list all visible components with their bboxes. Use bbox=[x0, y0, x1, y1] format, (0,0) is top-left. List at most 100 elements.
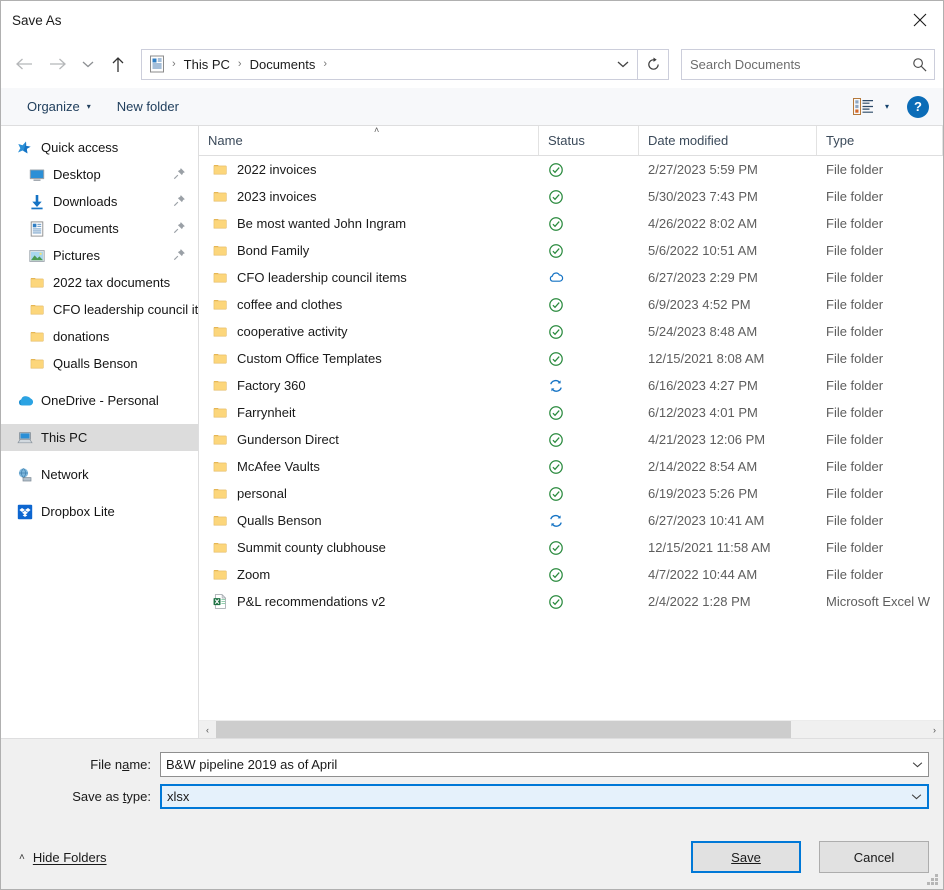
sidebar-item-downloads[interactable]: Downloads bbox=[1, 188, 198, 215]
breadcrumb-bar[interactable]: › This PC › Documents › bbox=[141, 48, 638, 80]
sidebar-item-network[interactable]: Network bbox=[1, 461, 198, 488]
new-folder-button[interactable]: New folder bbox=[109, 94, 187, 119]
sidebar-item-pictures[interactable]: Pictures bbox=[1, 242, 198, 269]
pin-icon[interactable] bbox=[173, 167, 186, 183]
save-as-type-dropdown-button[interactable] bbox=[905, 793, 927, 800]
horizontal-scrollbar[interactable]: ‹ › bbox=[199, 720, 943, 738]
breadcrumb-separator[interactable]: › bbox=[235, 58, 245, 70]
file-list-row[interactable]: personal 6/19/2023 5:26 PM File folder bbox=[199, 480, 943, 507]
cell-name[interactable]: Bond Family bbox=[199, 243, 539, 258]
cell-name[interactable]: Factory 360 bbox=[199, 378, 539, 393]
file-list-row[interactable]: CFO leadership council items 6/27/2023 2:… bbox=[199, 264, 943, 291]
close-button[interactable] bbox=[897, 1, 943, 39]
file-list-row[interactable]: 2023 invoices 5/30/2023 7:43 PM File folde… bbox=[199, 183, 943, 210]
search-box[interactable] bbox=[681, 48, 935, 80]
file-list-row[interactable]: 2022 invoices 2/27/2023 5:59 PM File folde… bbox=[199, 156, 943, 183]
sidebar-item-donations[interactable]: donations bbox=[1, 323, 198, 350]
breadcrumb-separator[interactable]: › bbox=[169, 58, 179, 70]
cell-name[interactable]: Summit county clubhouse bbox=[199, 540, 539, 555]
scrollbar-track[interactable] bbox=[216, 721, 926, 738]
file-list-row[interactable]: Factory 360 6/16/2023 4:27 PM File folder bbox=[199, 372, 943, 399]
recent-locations-button[interactable] bbox=[75, 47, 101, 81]
chevron-up-icon: ˄ bbox=[19, 851, 25, 863]
file-name-text: McAfee Vaults bbox=[237, 459, 320, 474]
cell-name[interactable]: personal bbox=[199, 486, 539, 501]
save-as-type-combo[interactable] bbox=[160, 784, 929, 809]
file-name-dropdown-button[interactable] bbox=[906, 761, 928, 768]
column-header-status[interactable]: Status bbox=[539, 126, 639, 155]
cell-name[interactable]: Gunderson Direct bbox=[199, 432, 539, 447]
sidebar-item-cfo-leadership-council-items[interactable]: CFO leadership council items bbox=[1, 296, 198, 323]
cell-name[interactable]: Farrynheit bbox=[199, 405, 539, 420]
file-list-row[interactable]: Zoom 4/7/2022 10:44 AM File folder bbox=[199, 561, 943, 588]
synced-check-icon bbox=[549, 432, 563, 447]
file-name-combo[interactable] bbox=[160, 752, 929, 777]
breadcrumb-documents[interactable]: Documents bbox=[245, 55, 321, 74]
file-list-row[interactable]: P&L recommendations v2 2/4/2022 1:28 PM Mi… bbox=[199, 588, 943, 615]
change-view-button[interactable] bbox=[848, 94, 879, 119]
file-list-row[interactable]: Custom Office Templates 12/15/2021 8:08 A… bbox=[199, 345, 943, 372]
file-list-row[interactable]: coffee and clothes 6/9/2023 4:52 PM File f… bbox=[199, 291, 943, 318]
breadcrumb-this-pc[interactable]: This PC bbox=[179, 55, 235, 74]
pin-icon[interactable] bbox=[173, 221, 186, 237]
cell-name[interactable]: Qualls Benson bbox=[199, 513, 539, 528]
file-list-row[interactable]: Bond Family 5/6/2022 10:51 AM File folder bbox=[199, 237, 943, 264]
save-button[interactable]: Save bbox=[691, 841, 801, 873]
cell-name[interactable]: 2023 invoices bbox=[199, 189, 539, 204]
scroll-left-button[interactable]: ‹ bbox=[199, 721, 216, 738]
file-list-row[interactable]: Qualls Benson 6/27/2023 10:41 AM File fold… bbox=[199, 507, 943, 534]
save-as-type-input[interactable] bbox=[162, 788, 905, 805]
file-name-input[interactable] bbox=[161, 756, 906, 773]
cell-name[interactable]: Custom Office Templates bbox=[199, 351, 539, 366]
sidebar-item-qualls-benson[interactable]: Qualls Benson bbox=[1, 350, 198, 377]
organize-button[interactable]: Organize ▾ bbox=[19, 94, 99, 119]
file-list-row[interactable]: cooperative activity 5/24/2023 8:48 AM Fil… bbox=[199, 318, 943, 345]
sync-in-progress-icon bbox=[550, 379, 562, 392]
resize-grip-icon[interactable] bbox=[926, 873, 939, 886]
scrollbar-thumb[interactable] bbox=[216, 721, 792, 738]
file-list-row[interactable]: Farrynheit 6/12/2023 4:01 PM File folder bbox=[199, 399, 943, 426]
cell-name[interactable]: Be most wanted John Ingram bbox=[199, 216, 539, 231]
view-options-caret-icon[interactable]: ▾ bbox=[879, 98, 895, 115]
breadcrumb-separator[interactable]: › bbox=[320, 58, 330, 70]
scroll-right-button[interactable]: › bbox=[926, 721, 943, 738]
refresh-button[interactable] bbox=[638, 48, 669, 80]
cell-name[interactable]: McAfee Vaults bbox=[199, 459, 539, 474]
sidebar-item-onedrive-personal[interactable]: OneDrive - Personal bbox=[1, 387, 198, 414]
cell-name[interactable]: Zoom bbox=[199, 567, 539, 582]
cell-name[interactable]: P&L recommendations v2 bbox=[199, 594, 539, 609]
window-title: Save As bbox=[12, 13, 62, 28]
file-list-row[interactable]: Summit county clubhouse 12/15/2021 11:58 … bbox=[199, 534, 943, 561]
dropbox-icon bbox=[15, 504, 35, 520]
sidebar-item-this-pc[interactable]: This PC bbox=[1, 424, 198, 451]
cell-name[interactable]: cooperative activity bbox=[199, 324, 539, 339]
forward-button[interactable] bbox=[41, 47, 75, 81]
column-header-name[interactable]: Name bbox=[199, 126, 539, 155]
file-list-row[interactable]: Be most wanted John Ingram 4/26/2022 8:02… bbox=[199, 210, 943, 237]
column-header-date-modified[interactable]: Date modified bbox=[639, 126, 817, 155]
sidebar-item-documents[interactable]: Documents bbox=[1, 215, 198, 242]
sidebar-item-desktop[interactable]: Desktop bbox=[1, 161, 198, 188]
save-form: File name: Save as type: bbox=[1, 739, 943, 889]
file-list-row[interactable]: Gunderson Direct 4/21/2023 12:06 PM File f… bbox=[199, 426, 943, 453]
cell-name[interactable]: 2022 invoices bbox=[199, 162, 539, 177]
cell-name[interactable]: coffee and clothes bbox=[199, 297, 539, 312]
breadcrumb-history-button[interactable] bbox=[609, 50, 637, 79]
folder-icon bbox=[213, 354, 227, 364]
search-button[interactable] bbox=[904, 57, 934, 72]
back-button[interactable] bbox=[7, 47, 41, 81]
column-header-type[interactable]: Type bbox=[817, 126, 943, 155]
pin-icon[interactable] bbox=[173, 248, 186, 264]
search-input[interactable] bbox=[682, 55, 904, 73]
file-list-row[interactable]: McAfee Vaults 2/14/2022 8:54 AM File folde… bbox=[199, 453, 943, 480]
help-button[interactable]: ? bbox=[907, 95, 929, 118]
synced-check-icon bbox=[549, 594, 563, 609]
pin-icon[interactable] bbox=[173, 194, 186, 210]
hide-folders-button[interactable]: ˄ Hide Folders bbox=[19, 850, 107, 865]
sidebar-item-2022-tax-documents[interactable]: 2022 tax documents bbox=[1, 269, 198, 296]
sidebar-item-dropbox-lite[interactable]: Dropbox Lite bbox=[1, 498, 198, 525]
cancel-button[interactable]: Cancel bbox=[819, 841, 929, 873]
cell-name[interactable]: CFO leadership council items bbox=[199, 270, 539, 285]
sidebar-item-quick-access[interactable]: Quick access bbox=[1, 134, 198, 161]
up-one-level-button[interactable] bbox=[101, 47, 135, 81]
